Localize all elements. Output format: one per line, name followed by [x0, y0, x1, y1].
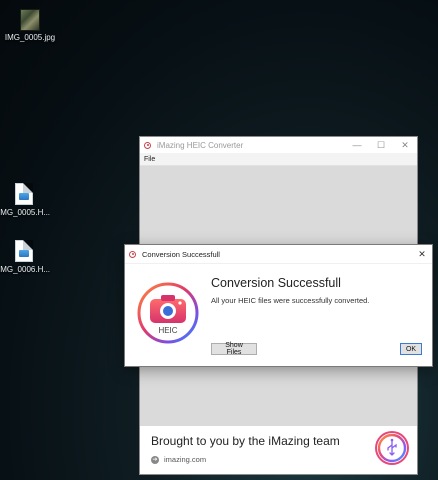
heic-camera-icon: HEIC	[137, 282, 199, 344]
converter-titlebar[interactable]: iMazing HEIC Converter — ☐ ✕	[140, 137, 417, 153]
imazing-usb-logo-icon	[377, 433, 407, 463]
brand-panel: Brought to you by the iMazing team ➔ ima…	[140, 426, 417, 474]
image-file-icon	[15, 183, 33, 205]
minimize-button[interactable]: —	[345, 137, 369, 153]
desktop-icon-img0005-heic[interactable]: IMG_0005.H...	[0, 183, 54, 217]
menu-file[interactable]: File	[144, 156, 155, 163]
desktop-icon-label: IMG_0005.H...	[0, 208, 51, 217]
window-title: iMazing HEIC Converter	[157, 140, 244, 150]
conversion-dialog: Conversion Successfull ✕ HEIC Conversion…	[124, 244, 433, 367]
show-files-button[interactable]: Show Files	[211, 342, 257, 356]
desktop-icon-label: IMG_0005.jpg	[4, 33, 56, 42]
desktop-icon-label: IMG_0006.H...	[0, 265, 51, 274]
dialog-heading: Conversion Successfull	[211, 276, 341, 290]
image-thumbnail-icon	[21, 10, 39, 30]
dialog-title: Conversion Successfull	[142, 249, 220, 259]
menu-bar: File	[140, 153, 417, 166]
heic-icon-label: HEIC	[158, 326, 177, 335]
brand-title: Brought to you by the iMazing team	[151, 434, 340, 448]
dialog-close-button[interactable]: ✕	[412, 245, 432, 263]
image-file-icon	[15, 240, 33, 262]
app-logo-icon	[144, 141, 151, 149]
arrow-right-icon: ➔	[151, 455, 159, 464]
desktop-icon-img0005-jpg[interactable]: IMG_0005.jpg	[0, 10, 60, 42]
dialog-message: All your HEIC files were successfully co…	[211, 296, 370, 305]
website-link[interactable]: ➔ imazing.com	[151, 455, 206, 464]
app-logo-icon	[129, 250, 136, 258]
dialog-titlebar[interactable]: Conversion Successfull ✕	[125, 245, 432, 264]
close-button[interactable]: ✕	[393, 137, 417, 153]
website-link-label: imazing.com	[164, 455, 207, 464]
maximize-button[interactable]: ☐	[369, 137, 393, 153]
desktop-icon-img0006-heic[interactable]: IMG_0006.H...	[0, 240, 54, 274]
ok-button[interactable]: OK	[400, 343, 422, 355]
